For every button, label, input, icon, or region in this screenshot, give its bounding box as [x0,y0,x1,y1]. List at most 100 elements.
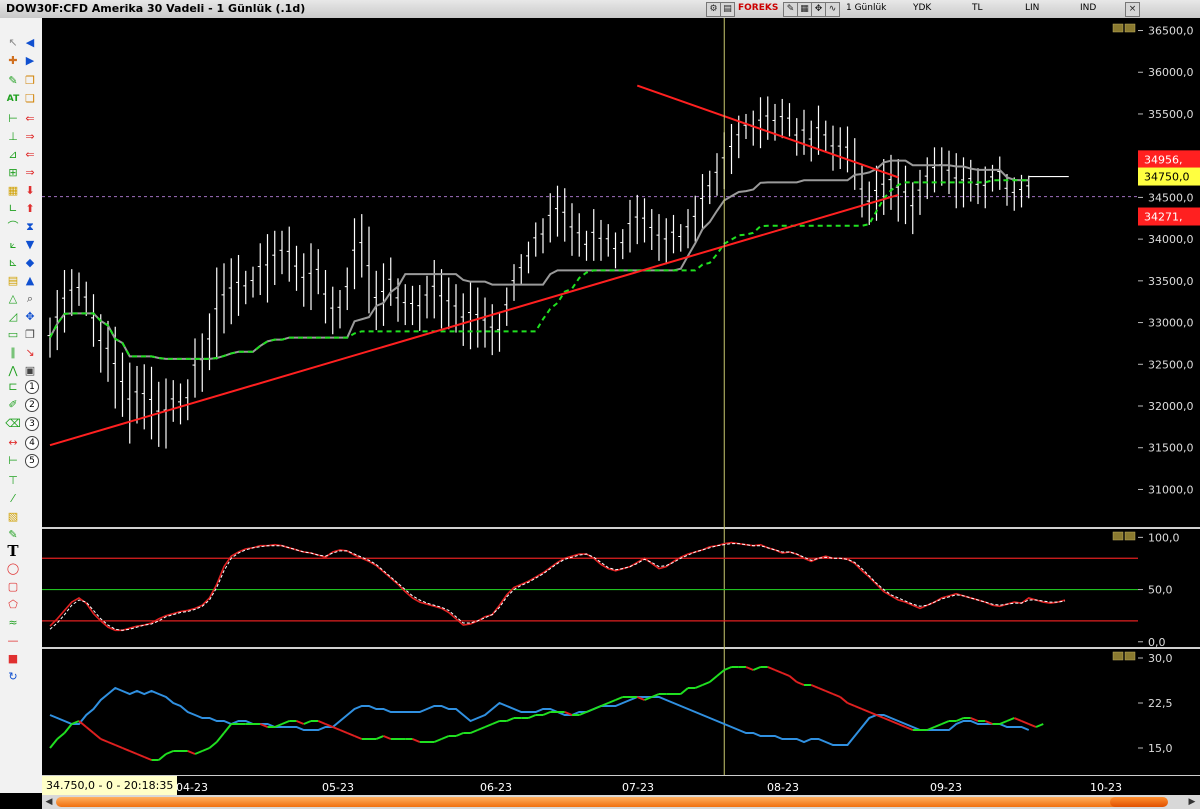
red-arrow-left2-icon[interactable]: ⇐ [22,148,38,162]
vline-icon[interactable]: ⊥ [5,130,21,144]
toolbar-icon-wave[interactable]: ∿ [825,2,840,17]
scroll-left-icon[interactable]: ◀ [43,796,55,808]
currency-selector[interactable]: TL [972,3,983,13]
trend-colored-segment [861,708,870,713]
fib-icon[interactable]: ⊞ [5,166,21,180]
trend-colored-segment [615,696,624,701]
fan-icon[interactable]: ⟀ [5,238,21,252]
level-icon[interactable]: ⊢ [5,454,21,468]
tool-2[interactable]: 2 [25,398,39,412]
panel-min-button [1112,651,1124,661]
copy2-icon[interactable]: ❐ [22,328,38,342]
toolbar-icon-edit[interactable]: ✎ [783,2,798,17]
rect-icon[interactable]: ▢ [5,580,21,594]
refresh-icon[interactable]: ↻ [5,670,21,684]
panel-min-button [1112,23,1124,33]
x-axis-label: 09-23 [930,781,962,794]
red-arrow-right-icon[interactable]: ⇒ [22,130,38,144]
diamond-icon[interactable]: ◆ [22,256,38,270]
layers-icon[interactable]: ❐ [22,74,38,88]
scale-selector[interactable]: YDK [913,3,931,13]
x-axis-label: 04-23 [176,781,208,794]
trend-colored-segment [854,705,863,710]
zigzag-icon[interactable]: ⋀ [5,364,21,378]
tool-5[interactable]: 5 [25,454,39,468]
grid-icon[interactable]: ▦ [5,184,21,198]
hourglass-icon[interactable]: ⧗ [22,220,38,234]
arrow-up-icon[interactable]: ⬆ [22,202,38,216]
fib-fan-icon[interactable]: ⊾ [5,256,21,270]
square-icon[interactable]: ▭ [5,328,21,342]
down-blue-icon[interactable]: ▼ [22,238,38,252]
pan-icon[interactable]: ✥ [22,310,38,324]
brush-icon[interactable]: ✎ [5,528,21,542]
channel-icon[interactable]: ⊿ [5,148,21,162]
pen2-icon[interactable]: ✐ [5,398,21,412]
trend-colored-segment [383,735,392,740]
arrow-left-icon[interactable]: ◀ [22,36,38,50]
directional-tick-label: 15,0 [1148,742,1173,755]
indicator-selector[interactable]: IND [1080,3,1096,13]
trend-colored-segment [122,747,131,752]
up-blue-icon[interactable]: ▲ [22,274,38,288]
price-tick-label: 34000,0 [1148,233,1194,246]
slash-icon[interactable]: ⁄ [5,492,21,506]
oscillator-signal-line [49,543,1066,631]
scroll-thumb[interactable] [1110,797,1168,807]
parallel-icon[interactable]: ∥ [5,346,21,360]
arrow-right-icon[interactable]: ▶ [22,54,38,68]
close-icon[interactable]: × [1125,2,1140,17]
wave-icon[interactable]: ≈ [5,616,21,630]
trend-colored-segment [818,687,827,692]
price-tick-label: 36500,0 [1148,25,1194,38]
pentagon-icon[interactable]: ⬠ [5,598,21,612]
red-arrow-right2-icon[interactable]: ⇒ [22,166,38,180]
angle-icon[interactable]: ∟ [5,202,21,216]
x-axis-label: 10-23 [1090,781,1122,794]
toolbar-icon-grid[interactable]: ▦ [797,2,812,17]
tool-3[interactable]: 3 [25,417,39,431]
line-red-icon[interactable]: — [5,634,21,648]
eraser-icon[interactable]: ⌫ [5,417,21,431]
at-icon[interactable]: AT [5,92,21,106]
zoom-icon[interactable]: ⌕ [22,292,38,306]
arc-icon[interactable]: ⌒ [5,220,21,234]
arrow-down-icon[interactable]: ⬇ [22,184,38,198]
ruler-icon[interactable]: ▤ [5,274,21,288]
filled-square-icon[interactable]: ■ [5,652,21,666]
triangle-icon[interactable]: △ [5,292,21,306]
bracket-icon[interactable]: ⊏ [5,380,21,394]
oscillator-tick-label: 100,0 [1148,531,1180,544]
linear-selector[interactable]: LIN [1025,3,1039,13]
scroll-track[interactable] [56,797,1166,807]
trend-colored-segment [934,723,943,728]
pointer-icon[interactable]: ↘ [22,346,38,360]
period-selector[interactable]: 1 Günlük [846,3,886,13]
ellipse-icon[interactable]: ◯ [5,562,21,576]
note-icon[interactable]: ▧ [5,510,21,524]
tool-1[interactable]: 1 [25,380,39,394]
pencil-icon[interactable]: ✎ [5,74,21,88]
copy-icon[interactable]: ❏ [22,92,38,106]
x-axis-label: 08-23 [767,781,799,794]
trend-colored-segment [767,666,776,671]
calendar-icon[interactable]: ▣ [22,364,38,378]
wedge-icon[interactable]: ◿ [5,310,21,324]
red-arrow-left-icon[interactable]: ⇐ [22,112,38,126]
horizontal-scrollbar[interactable]: ◀ ▶ [42,795,1200,809]
trend-colored-segment [839,696,849,704]
tool-4[interactable]: 4 [25,436,39,450]
cross-icon[interactable]: ✚ [5,54,21,68]
text-tool-icon[interactable]: T [5,544,21,559]
trend-colored-segment [847,702,856,707]
trend-colored-segment [1013,717,1022,722]
chart-plot-area[interactable] [42,18,1138,775]
toolbar-icon-chart[interactable]: ▤ [720,2,735,17]
scroll-right-icon[interactable]: ▶ [1186,796,1198,808]
measure-icon[interactable]: ↔ [5,436,21,450]
toolbar-icon-move[interactable]: ✥ [811,2,826,17]
cursor-icon[interactable]: ↖ [5,36,21,50]
hline-icon[interactable]: ⊢ [5,112,21,126]
toolbar-icon-settings[interactable]: ⚙ [706,2,721,17]
marker-icon[interactable]: ⊤ [5,474,21,488]
